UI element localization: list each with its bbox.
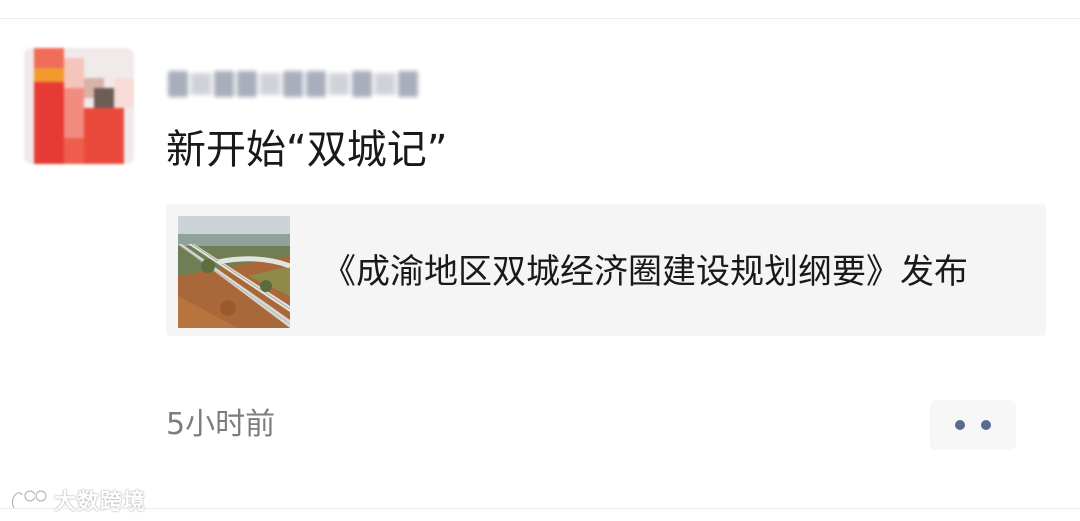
poster-name-blurred[interactable] bbox=[168, 62, 444, 106]
post-timestamp: 5小时前 bbox=[166, 407, 276, 442]
shared-article-card[interactable]: 《成渝地区双城经济圈建设规划纲要》发布 bbox=[166, 204, 1046, 336]
brand-logo-icon bbox=[10, 489, 48, 509]
post-text: 新开始“双城记” bbox=[166, 127, 448, 173]
watermark-text: 大数跨境 bbox=[54, 490, 147, 515]
more-dots-icon bbox=[955, 420, 965, 430]
bottom-divider bbox=[0, 508, 1080, 509]
highway-photo-thumbnail bbox=[178, 216, 290, 328]
avatar[interactable] bbox=[24, 48, 134, 164]
shared-article-title: 《成渝地区双城经济圈建设规划纲要》发布 bbox=[322, 252, 968, 292]
watermark: 大数跨境 bbox=[8, 485, 146, 515]
top-divider bbox=[0, 18, 1080, 19]
more-actions-button[interactable] bbox=[930, 400, 1016, 450]
